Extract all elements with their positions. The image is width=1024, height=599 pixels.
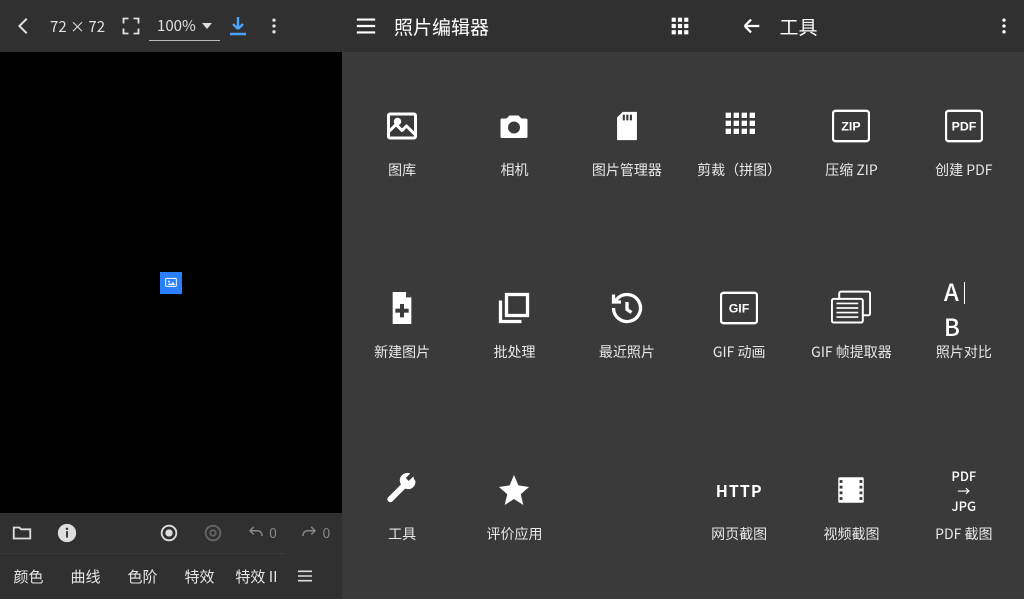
pdf-to-jpg-icon: PDF→ JPG	[944, 470, 984, 510]
target-button[interactable]	[147, 513, 191, 553]
actions-grid: 图库 相机 图片管理器 剪裁（拼图） ZIP 压缩 ZIP	[342, 52, 1024, 599]
editor-toolbar: 72 × 72 100%	[0, 0, 342, 52]
new-file-icon	[382, 288, 422, 328]
crop-puzzle-button[interactable]: 剪裁（拼图）	[683, 52, 795, 234]
toolbar-gap	[89, 513, 147, 553]
stack-icon	[494, 288, 534, 328]
grid-icon	[719, 106, 759, 146]
tools-label: 工具	[388, 524, 416, 544]
undo-count: 0	[269, 523, 277, 543]
tools-title: 工具	[780, 13, 818, 40]
overflow-button[interactable]	[984, 2, 1024, 50]
compare-button[interactable]: AB 照片对比	[908, 234, 1020, 416]
edit-tabs: 颜色 曲线 色阶 特效 特效 II	[0, 553, 342, 599]
tab-fx2[interactable]: 特效 II	[228, 553, 285, 599]
http-icon: HTTP	[719, 470, 759, 510]
video-capture-label: 视频截图	[823, 524, 879, 544]
chevron-down-icon	[202, 23, 212, 29]
zip-icon: ZIP	[831, 106, 871, 146]
tab-fx[interactable]: 特效	[171, 553, 228, 599]
batch-button[interactable]: 批处理	[458, 234, 570, 416]
web-capture-button[interactable]: HTTP 网页截图	[683, 416, 795, 598]
actions-pane: 照片编辑器 工具 图库 相机	[342, 0, 1024, 599]
svg-text:ZIP: ZIP	[842, 120, 861, 134]
tab-levels[interactable]: 色阶	[114, 553, 171, 599]
pic-manager-label: 图片管理器	[592, 160, 662, 180]
gif-frames-button[interactable]: GIF GIF 帧提取器	[795, 234, 907, 416]
editor-pane: 72 × 72 100%	[0, 0, 342, 599]
camera-button[interactable]: 相机	[458, 52, 570, 234]
back-tools-button[interactable]	[728, 2, 776, 50]
new-image-button[interactable]: 新建图片	[346, 234, 458, 416]
sd-card-icon	[607, 106, 647, 146]
canvas-area[interactable]	[0, 52, 342, 513]
actions-header: 照片编辑器 工具	[342, 0, 1024, 52]
zoom-value: 100%	[157, 15, 196, 36]
tab-color[interactable]: 颜色	[0, 553, 57, 599]
undo-button[interactable]: 0	[235, 513, 288, 553]
tool-icons-row: 0 0	[0, 513, 342, 553]
svg-text:GIF: GIF	[729, 302, 750, 316]
tab-curves[interactable]: 曲线	[57, 553, 114, 599]
recent-button[interactable]: 最近照片	[571, 234, 683, 416]
apps-grid-button[interactable]	[656, 2, 704, 50]
redo-count: 0	[322, 523, 330, 543]
gallery-label: 图库	[388, 160, 416, 180]
gallery-button[interactable]: 图库	[346, 52, 458, 234]
tabs-overflow[interactable]	[285, 553, 325, 599]
info-button[interactable]	[44, 513, 88, 553]
create-pdf-button[interactable]: PDF 创建 PDF	[908, 52, 1020, 234]
gif-icon: GIF	[719, 288, 759, 328]
pic-manager-button[interactable]: 图片管理器	[571, 52, 683, 234]
film-icon	[831, 470, 871, 510]
camera-icon	[494, 106, 534, 146]
gif-anim-button[interactable]: GIF GIF 动画	[683, 234, 795, 416]
folder-button[interactable]	[0, 513, 44, 553]
zoom-selector[interactable]: 100%	[149, 11, 220, 41]
pdf-icon: PDF	[944, 106, 984, 146]
create-pdf-label: 创建 PDF	[935, 160, 992, 180]
svg-text:PDF: PDF	[951, 120, 976, 134]
pdf-capture-button[interactable]: PDF→ JPG PDF 截图	[908, 416, 1020, 598]
video-capture-button[interactable]: 视频截图	[795, 416, 907, 598]
new-image-label: 新建图片	[374, 342, 430, 362]
compare-icon: AB	[944, 288, 984, 328]
fullscreen-button[interactable]	[113, 8, 149, 44]
tools-button[interactable]: 工具	[346, 416, 458, 598]
wrench-icon	[382, 470, 422, 510]
rate-button[interactable]: 评价应用	[458, 416, 570, 598]
recent-label: 最近照片	[599, 342, 655, 362]
gif-frames-label: GIF 帧提取器	[811, 342, 892, 362]
zip-button[interactable]: ZIP 压缩 ZIP	[795, 52, 907, 234]
gif-frames-icon: GIF	[831, 288, 871, 328]
camera-label: 相机	[500, 160, 528, 180]
image-thumbnail[interactable]	[160, 272, 182, 294]
gallery-icon	[382, 106, 422, 146]
crop-puzzle-label: 剪裁（拼图）	[697, 160, 781, 180]
rate-label: 评价应用	[486, 524, 542, 544]
download-button[interactable]	[220, 8, 256, 44]
web-capture-label: 网页截图	[711, 524, 767, 544]
redo-button[interactable]: 0	[289, 513, 342, 553]
pdf-capture-label: PDF 截图	[935, 524, 992, 544]
batch-label: 批处理	[493, 342, 535, 362]
menu-button[interactable]	[342, 2, 390, 50]
history-icon	[607, 288, 647, 328]
gif-anim-label: GIF 动画	[713, 342, 766, 362]
page-title: 照片编辑器	[394, 13, 489, 40]
image-dimensions: 72 × 72	[42, 16, 113, 37]
back-button[interactable]	[6, 8, 42, 44]
more-button[interactable]	[256, 8, 292, 44]
target-button-2[interactable]	[191, 513, 235, 553]
compare-label: 照片对比	[936, 342, 992, 362]
star-icon	[494, 470, 534, 510]
zip-label: 压缩 ZIP	[825, 160, 878, 180]
